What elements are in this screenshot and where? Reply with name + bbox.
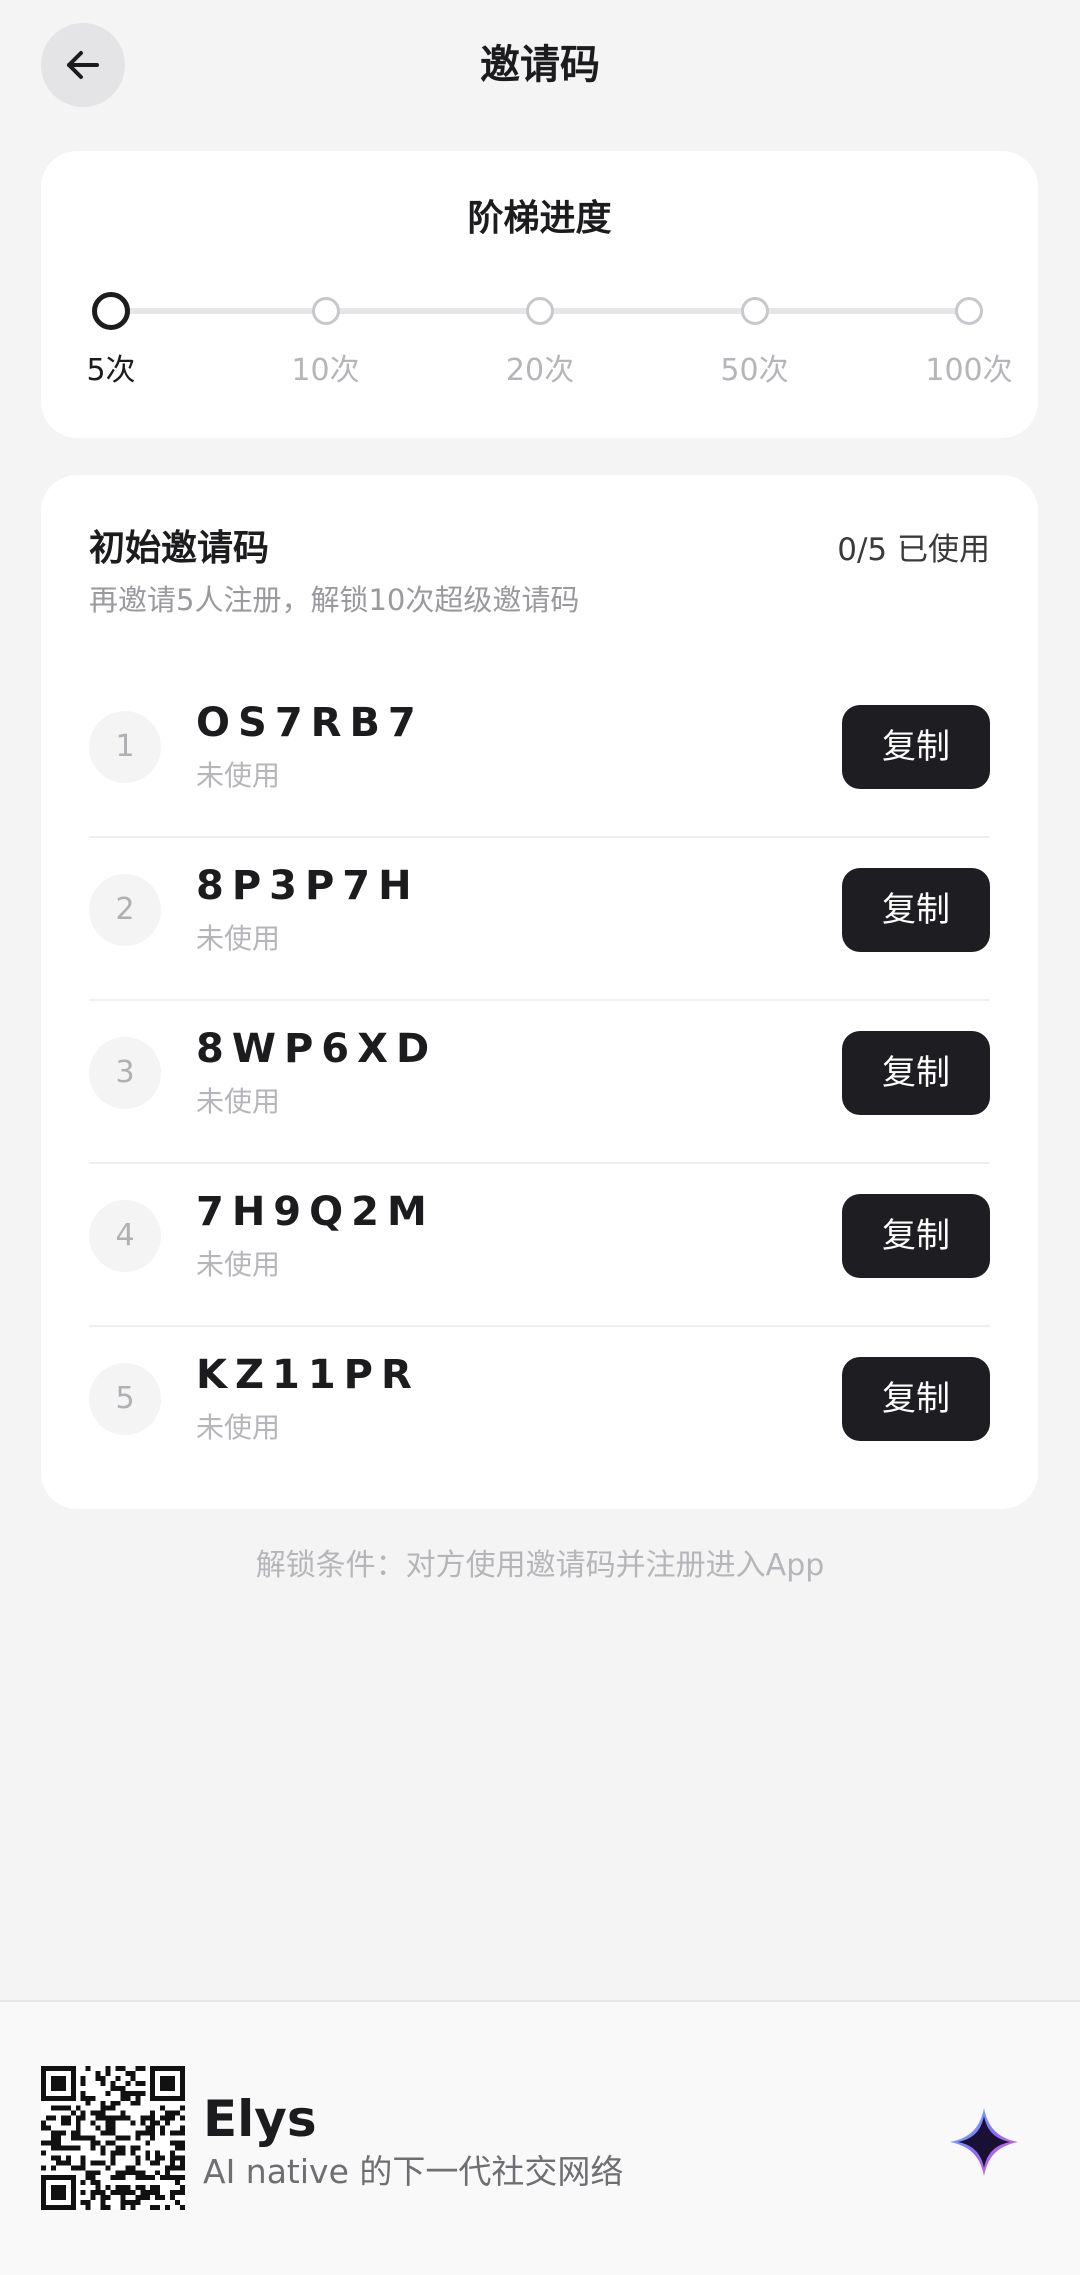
code-index-badge: 1: [89, 711, 161, 783]
invite-code-status: 未使用: [196, 922, 281, 955]
code-list: 1 OS7RB7 未使用 复制 2 8P3P7H 未使用 复制 3 8WP6XD 未使用 复制 4 7H9…: [89, 675, 990, 1488]
progress-step-dot: [526, 297, 554, 325]
invite-code-value: 8P3P7H: [196, 863, 420, 909]
code-index-badge: 2: [89, 874, 161, 946]
copy-code-button[interactable]: 复制: [842, 705, 990, 789]
progress-step-dot: [92, 292, 130, 330]
invite-code-status: 未使用: [196, 759, 281, 792]
codes-usage-count: 0/5 已使用: [837, 532, 990, 568]
invite-code-row: 1 OS7RB7 未使用 复制: [89, 675, 990, 838]
code-index-badge: 3: [89, 1037, 161, 1109]
copy-code-button[interactable]: 复制: [842, 1031, 990, 1115]
progress-step: 10次: [246, 151, 406, 438]
invite-code-row: 3 8WP6XD 未使用 复制: [89, 1001, 990, 1164]
progress-step-dot: [955, 297, 983, 325]
progress-step-label: 20次: [505, 353, 575, 388]
progress-step-dot: [740, 297, 769, 325]
qr-code-icon: [41, 2066, 185, 2210]
footer: Elys AI native 的下一代社交网络: [0, 2000, 1080, 2275]
copy-code-button[interactable]: 复制: [842, 1357, 990, 1441]
unlock-condition-note: 解锁条件：对方使用邀请码并注册进入App: [255, 1548, 825, 1583]
code-index-badge: 4: [89, 1200, 161, 1272]
invite-code-row: 4 7H9Q2M 未使用 复制: [89, 1164, 990, 1327]
progress-step: 20次: [460, 151, 620, 438]
elys-logo-icon: [950, 2108, 1018, 2176]
code-index-badge: 5: [89, 1363, 161, 1435]
progress-step: 5次: [31, 151, 191, 438]
progress-step-label: 5次: [86, 353, 136, 388]
page-title: 邀请码: [480, 42, 600, 88]
progress-step: 100次: [889, 151, 1049, 438]
invite-code-row: 2 8P3P7H 未使用 复制: [89, 838, 990, 1001]
progress-card: 阶梯进度 5次 10次 20次 50次 100次: [41, 151, 1038, 438]
brand-name: Elys: [203, 2090, 317, 2148]
progress-step-label: 100次: [925, 353, 1013, 388]
invite-codes-card: 初始邀请码 0/5 已使用 再邀请5人注册，解锁10次超级邀请码 1 OS7RB7…: [41, 475, 1038, 1509]
codes-title: 初始邀请码: [89, 528, 270, 569]
invite-code-status: 未使用: [196, 1248, 281, 1281]
copy-code-button[interactable]: 复制: [842, 868, 990, 952]
invite-code-status: 未使用: [196, 1085, 281, 1118]
invite-code-value: KZ11PR: [196, 1352, 420, 1398]
invite-code-value: 7H9Q2M: [196, 1189, 435, 1235]
progress-step-label: 10次: [291, 353, 360, 388]
header: 邀请码: [0, 0, 1080, 130]
invite-code-status: 未使用: [196, 1411, 281, 1444]
invite-code-value: OS7RB7: [196, 700, 424, 746]
invite-code-value: 8WP6XD: [196, 1026, 438, 1072]
copy-code-button[interactable]: 复制: [842, 1194, 990, 1278]
progress-step-dot: [311, 297, 340, 325]
progress-step: 50次: [675, 151, 835, 438]
brand-tagline: AI native 的下一代社交网络: [203, 2152, 624, 2191]
codes-subtitle: 再邀请5人注册，解锁10次超级邀请码: [89, 583, 580, 617]
invite-code-row: 5 KZ11PR 未使用 复制: [89, 1327, 990, 1488]
progress-step-label: 50次: [720, 353, 789, 388]
